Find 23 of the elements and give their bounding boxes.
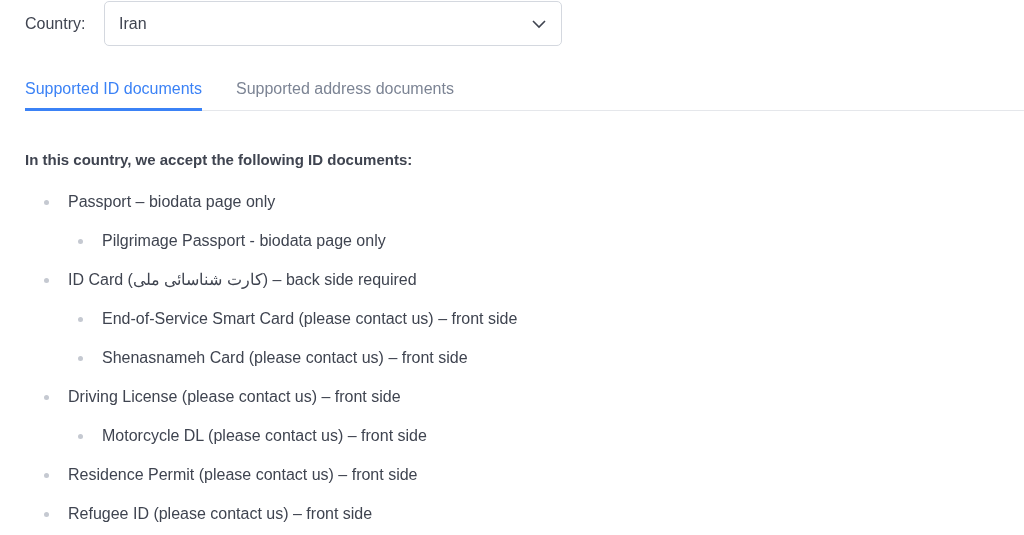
document-item: Residence Permit (please contact us) – front side bbox=[68, 465, 418, 485]
document-item: Pilgrimage Passport - biodata page only bbox=[102, 231, 386, 251]
bullet-icon bbox=[78, 355, 83, 361]
document-item: Driving License (please contact us) – front side bbox=[68, 387, 401, 407]
section-heading: In this country, we accept the following ID documents: bbox=[25, 150, 414, 170]
document-item: End-of-Service Smart Card (please contact us) – front side bbox=[102, 309, 518, 329]
document-item: Passport – biodata page only bbox=[68, 192, 276, 212]
bullet-icon bbox=[44, 277, 49, 283]
document-item: ID Card (کارت شناسائی ملی) – back side required bbox=[68, 270, 417, 291]
bullet-icon bbox=[78, 433, 83, 439]
bullet-icon bbox=[78, 316, 83, 322]
tab[interactable]: Supported address documents bbox=[236, 77, 454, 111]
country-select[interactable]: Iran bbox=[104, 1, 562, 46]
bullet-icon bbox=[44, 199, 49, 205]
bullet-icon bbox=[44, 394, 49, 400]
tab[interactable]: Supported ID documents bbox=[25, 77, 202, 111]
document-item: Motorcycle DL (please contact us) – front side bbox=[102, 426, 427, 446]
bullet-icon bbox=[44, 511, 49, 517]
bullet-icon bbox=[44, 472, 49, 478]
country-label: Country: bbox=[25, 13, 87, 34]
document-item: Refugee ID (please contact us) – front side bbox=[68, 504, 373, 524]
bullet-icon bbox=[78, 238, 83, 244]
document-item: Shenasnameh Card (please contact us) – front side bbox=[102, 348, 468, 368]
